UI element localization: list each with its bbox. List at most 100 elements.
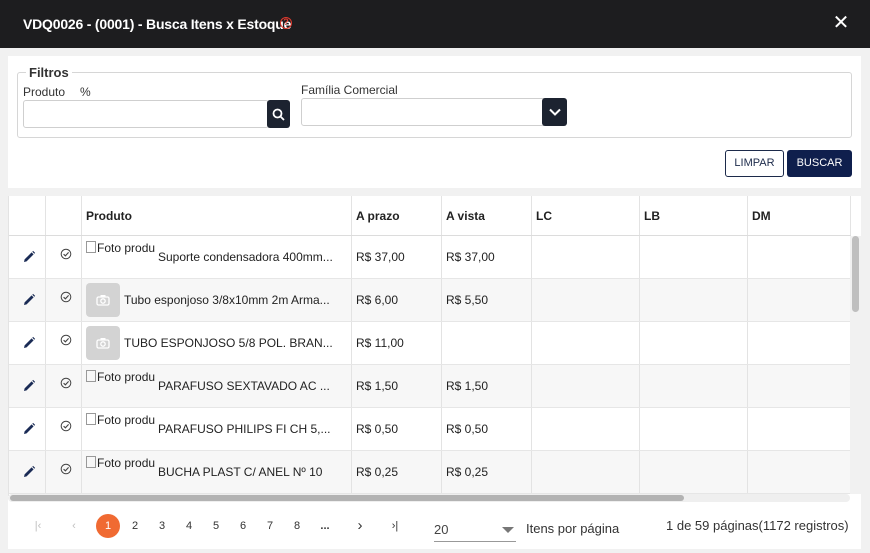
broken-image-icon <box>86 456 96 468</box>
cell-a-prazo: R$ 6,00 <box>352 279 442 321</box>
pencil-icon[interactable] <box>13 250 45 264</box>
image-alt-text: Foto produ <box>97 241 156 255</box>
filters-legend: Filtros <box>26 65 72 80</box>
cell-dm <box>748 365 851 407</box>
pencil-icon[interactable] <box>13 379 45 393</box>
product-image: Foto produ <box>86 409 158 449</box>
check-circle-icon[interactable] <box>50 408 81 432</box>
cell-dm <box>748 451 851 493</box>
pencil-icon[interactable] <box>13 422 45 436</box>
cell-a-vista: R$ 0,50 <box>442 408 532 450</box>
cell-a-vista: R$ 1,50 <box>442 365 532 407</box>
cell-lc <box>532 451 640 493</box>
pencil-icon[interactable] <box>13 293 45 307</box>
cell-dm <box>748 322 851 364</box>
page-button[interactable]: 6 <box>231 514 255 538</box>
image-alt-text: Foto produ <box>97 456 156 470</box>
caret-down-icon <box>502 527 514 533</box>
header-lb[interactable]: LB <box>640 196 748 235</box>
product-name: PARAFUSO SEXTAVADO AC ... <box>158 379 330 393</box>
next-page-button[interactable]: › <box>348 514 372 538</box>
last-page-button[interactable]: ›| <box>383 514 407 538</box>
help-icon[interactable]: ? <box>280 17 292 29</box>
produto-label: Produto <box>23 85 66 99</box>
cell-a-vista: R$ 0,25 <box>442 451 532 493</box>
prev-page-button[interactable]: ‹ <box>62 514 86 538</box>
check-circle-icon[interactable] <box>50 365 81 389</box>
check-circle-icon[interactable] <box>50 279 81 303</box>
cell-a-prazo: R$ 37,00 <box>352 236 442 278</box>
broken-image-icon <box>86 413 96 425</box>
page-button[interactable]: 1 <box>96 514 120 538</box>
items-per-page-select[interactable]: 20 <box>434 516 516 542</box>
cell-lc <box>532 236 640 278</box>
cell-lb <box>640 408 748 450</box>
check-circle-icon[interactable] <box>50 236 81 260</box>
table-row[interactable]: Foto produ Suporte condensadora 400mm... R… <box>9 236 851 279</box>
pagination: |‹ ‹ 12345678 ... › ›| 20 Itens por pági… <box>8 514 861 544</box>
product-name: PARAFUSO PHILIPS FI CH 5,... <box>158 422 331 436</box>
header-lc[interactable]: LC <box>532 196 640 235</box>
pencil-icon[interactable] <box>13 465 45 479</box>
header-edit <box>9 196 46 235</box>
product-name: BUCHA PLAST C/ ANEL Nº 10 <box>158 465 323 479</box>
page-button[interactable]: 2 <box>123 514 147 538</box>
cell-dm <box>748 408 851 450</box>
items-per-page-value: 20 <box>434 522 449 537</box>
header-dm[interactable]: DM <box>748 196 851 235</box>
familia-select[interactable] <box>301 98 547 126</box>
select-cell <box>46 236 82 278</box>
edit-cell <box>9 365 46 407</box>
pagination-ellipsis[interactable]: ... <box>313 514 337 538</box>
cell-lb <box>640 451 748 493</box>
vertical-scroll-thumb[interactable] <box>852 236 859 312</box>
table-row[interactable]: Foto produ PARAFUSO SEXTAVADO AC ... R$ 1,… <box>9 365 851 408</box>
page-button[interactable]: 4 <box>177 514 201 538</box>
produto-input[interactable] <box>23 100 269 128</box>
check-circle-icon[interactable] <box>50 451 81 475</box>
first-page-button[interactable]: |‹ <box>26 514 50 538</box>
produto-hint: % <box>80 85 91 99</box>
select-cell <box>46 322 82 364</box>
page-button[interactable]: 7 <box>258 514 282 538</box>
header-a-prazo[interactable]: A prazo <box>352 196 442 235</box>
broken-image-icon <box>86 370 96 382</box>
produto-search-button[interactable] <box>267 100 290 128</box>
horizontal-scroll-thumb[interactable] <box>10 495 684 501</box>
edit-cell <box>9 322 46 364</box>
check-circle-icon[interactable] <box>50 322 81 346</box>
modal-title: VDQ0026 - (0001) - Busca Itens x Estoque <box>23 16 292 32</box>
select-cell <box>46 408 82 450</box>
cell-a-vista: R$ 37,00 <box>442 236 532 278</box>
select-cell <box>46 365 82 407</box>
items-per-page-label: Itens por página <box>526 521 620 536</box>
table-row[interactable]: Tubo esponjoso 3/8x10mm 2m Arma... R$ 6,0… <box>9 279 851 322</box>
cell-a-prazo: R$ 0,25 <box>352 451 442 493</box>
page-button[interactable]: 5 <box>204 514 228 538</box>
vertical-scrollbar[interactable] <box>850 236 861 494</box>
edit-cell <box>9 408 46 450</box>
clear-button[interactable]: LIMPAR <box>725 150 784 177</box>
product-image: Foto produ <box>86 452 158 492</box>
close-icon[interactable]: ✕ <box>832 13 850 33</box>
cell-produto: Foto produ Suporte condensadora 400mm... <box>82 236 352 278</box>
edit-cell <box>9 279 46 321</box>
pagination-info: 1 de 59 páginas(1172 registros) <box>666 518 849 533</box>
header-produto[interactable]: Produto <box>82 196 352 235</box>
table-row[interactable]: TUBO ESPONJOSO 5/8 POL. BRAN... R$ 11,00 <box>9 322 851 365</box>
search-button[interactable]: BUSCAR <box>787 150 852 177</box>
cell-dm <box>748 236 851 278</box>
cell-lb <box>640 279 748 321</box>
table-row[interactable]: Foto produ PARAFUSO PHILIPS FI CH 5,... R$… <box>9 408 851 451</box>
table-row[interactable]: Foto produ BUCHA PLAST C/ ANEL Nº 10 R$ 0,… <box>9 451 851 494</box>
page-button[interactable]: 3 <box>150 514 174 538</box>
select-cell <box>46 279 82 321</box>
familia-dropdown-button[interactable] <box>542 98 567 126</box>
cell-lc <box>532 322 640 364</box>
horizontal-scrollbar[interactable] <box>8 494 850 502</box>
pencil-icon[interactable] <box>13 336 45 350</box>
image-alt-text: Foto produ <box>97 370 156 384</box>
header-a-vista[interactable]: A vista <box>442 196 532 235</box>
page-button[interactable]: 8 <box>285 514 309 538</box>
table-header: Produto A prazo A vista LC LB DM <box>9 196 851 236</box>
